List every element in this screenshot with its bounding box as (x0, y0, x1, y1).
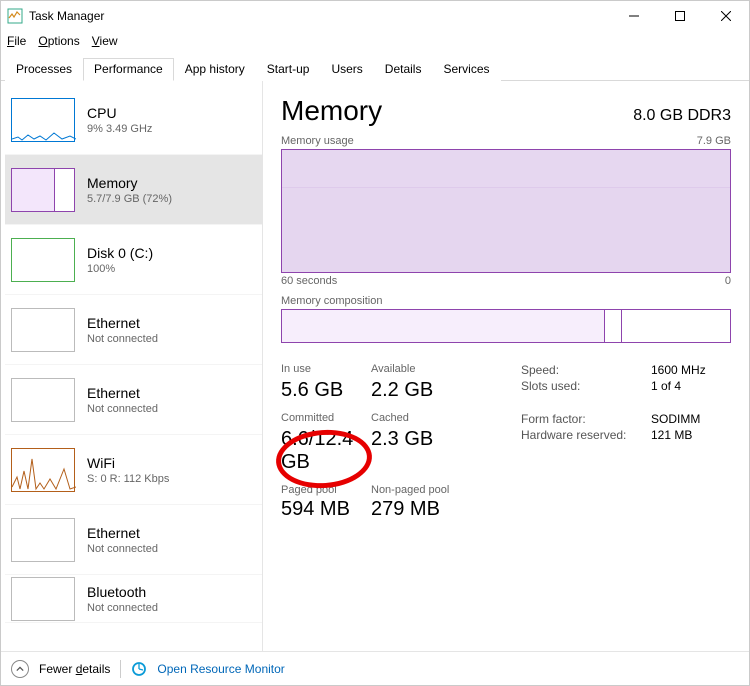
page-title: Memory (281, 95, 382, 127)
tab-processes[interactable]: Processes (5, 58, 83, 81)
sidebar-item-label: CPU (87, 105, 152, 121)
committed-value: 6.6/12.4 GB (281, 428, 371, 474)
sidebar-item-label: Ethernet (87, 385, 158, 401)
maximize-button[interactable] (657, 1, 703, 31)
disk-thumb-icon (11, 238, 75, 282)
main-area: CPU 9% 3.49 GHz Memory 5.7/7.9 GB (72%) … (1, 81, 749, 651)
menu-bar: File Options View (1, 31, 749, 51)
axis-right: 0 (725, 275, 731, 287)
committed-label: Committed (281, 412, 371, 426)
memory-spec: 8.0 GB DDR3 (633, 107, 731, 125)
menu-view[interactable]: View (92, 34, 118, 48)
ethernet-thumb-icon (11, 518, 75, 562)
separator (120, 660, 121, 678)
fewer-details-icon[interactable] (11, 660, 29, 678)
form-label: Form factor: (521, 412, 651, 426)
available-label: Available (371, 363, 521, 377)
tab-details[interactable]: Details (374, 58, 433, 81)
open-resource-monitor-link[interactable]: Open Resource Monitor (157, 662, 284, 676)
menu-options[interactable]: Options (38, 34, 79, 48)
task-manager-icon (7, 8, 23, 24)
title-bar: Task Manager (1, 1, 749, 31)
sidebar-item-bluetooth[interactable]: Bluetooth Not connected (5, 575, 262, 623)
available-value: 2.2 GB (371, 379, 521, 402)
sidebar-item-ethernet-2[interactable]: Ethernet Not connected (5, 365, 262, 435)
tab-app-history[interactable]: App history (174, 58, 256, 81)
sidebar-item-cpu[interactable]: CPU 9% 3.49 GHz (5, 85, 262, 155)
sidebar-item-sub: S: 0 R: 112 Kbps (87, 473, 169, 485)
slots-value: 1 of 4 (651, 379, 749, 402)
tab-users[interactable]: Users (320, 58, 373, 81)
sidebar-item-label: Memory (87, 175, 172, 191)
speed-value: 1600 MHz (651, 363, 749, 377)
ethernet-thumb-icon (11, 378, 75, 422)
sidebar-item-wifi[interactable]: WiFi S: 0 R: 112 Kbps (5, 435, 262, 505)
paged-value: 594 MB (281, 498, 371, 521)
hw-reserved-label: Hardware reserved: (521, 428, 651, 474)
composition-label: Memory composition (281, 295, 382, 307)
cached-label: Cached (371, 412, 521, 426)
sidebar-item-label: Bluetooth (87, 584, 158, 600)
sidebar-item-label: Ethernet (87, 315, 158, 331)
sidebar-item-sub: Not connected (87, 602, 158, 614)
form-value: SODIMM (651, 412, 749, 426)
in-use-label: In use (281, 363, 371, 377)
sidebar-item-sub: 9% 3.49 GHz (87, 123, 152, 135)
fewer-details-link[interactable]: Fewer details (39, 662, 110, 676)
memory-stats: In use Available Speed: 1600 MHz 5.6 GB … (281, 363, 731, 521)
sidebar-item-label: WiFi (87, 455, 169, 471)
sidebar-item-sub: 5.7/7.9 GB (72%) (87, 193, 172, 205)
resource-monitor-icon (131, 661, 147, 677)
sidebar-item-sub: Not connected (87, 333, 158, 345)
in-use-value: 5.6 GB (281, 379, 371, 402)
usage-label: Memory usage (281, 135, 354, 147)
sidebar-item-ethernet-1[interactable]: Ethernet Not connected (5, 295, 262, 365)
close-button[interactable] (703, 1, 749, 31)
sidebar-item-sub: 100% (87, 263, 153, 275)
sidebar-item-ethernet-3[interactable]: Ethernet Not connected (5, 505, 262, 575)
sidebar-item-sub: Not connected (87, 403, 158, 415)
tab-services[interactable]: Services (432, 58, 500, 81)
window-title: Task Manager (29, 9, 104, 23)
speed-label: Speed: (521, 363, 651, 377)
sidebar-item-memory[interactable]: Memory 5.7/7.9 GB (72%) (5, 155, 262, 225)
minimize-button[interactable] (611, 1, 657, 31)
sidebar: CPU 9% 3.49 GHz Memory 5.7/7.9 GB (72%) … (1, 81, 263, 651)
tab-bar: Processes Performance App history Start-… (1, 51, 749, 81)
bluetooth-thumb-icon (11, 577, 75, 621)
window-buttons (611, 1, 749, 31)
menu-file[interactable]: File (7, 34, 26, 48)
cached-value: 2.3 GB (371, 428, 521, 474)
tab-performance[interactable]: Performance (83, 58, 174, 81)
usage-max: 7.9 GB (697, 135, 731, 147)
memory-thumb-icon (11, 168, 75, 212)
paged-label: Paged pool (281, 484, 371, 496)
memory-usage-graph[interactable] (281, 149, 731, 273)
nonpaged-label: Non-paged pool (371, 484, 521, 496)
wifi-thumb-icon (11, 448, 75, 492)
tab-startup[interactable]: Start-up (256, 58, 321, 81)
cpu-thumb-icon (11, 98, 75, 142)
sidebar-item-sub: Not connected (87, 543, 158, 555)
hw-reserved-value: 121 MB (651, 428, 749, 474)
slots-label: Slots used: (521, 379, 651, 402)
memory-composition-bar[interactable] (281, 309, 731, 343)
sidebar-item-label: Disk 0 (C:) (87, 245, 153, 261)
content-pane: Memory 8.0 GB DDR3 Memory usage 7.9 GB 6… (263, 81, 749, 651)
axis-left: 60 seconds (281, 275, 337, 287)
footer-bar: Fewer details Open Resource Monitor (1, 651, 749, 685)
ethernet-thumb-icon (11, 308, 75, 352)
nonpaged-value: 279 MB (371, 498, 521, 521)
sidebar-item-disk[interactable]: Disk 0 (C:) 100% (5, 225, 262, 295)
sidebar-item-label: Ethernet (87, 525, 158, 541)
